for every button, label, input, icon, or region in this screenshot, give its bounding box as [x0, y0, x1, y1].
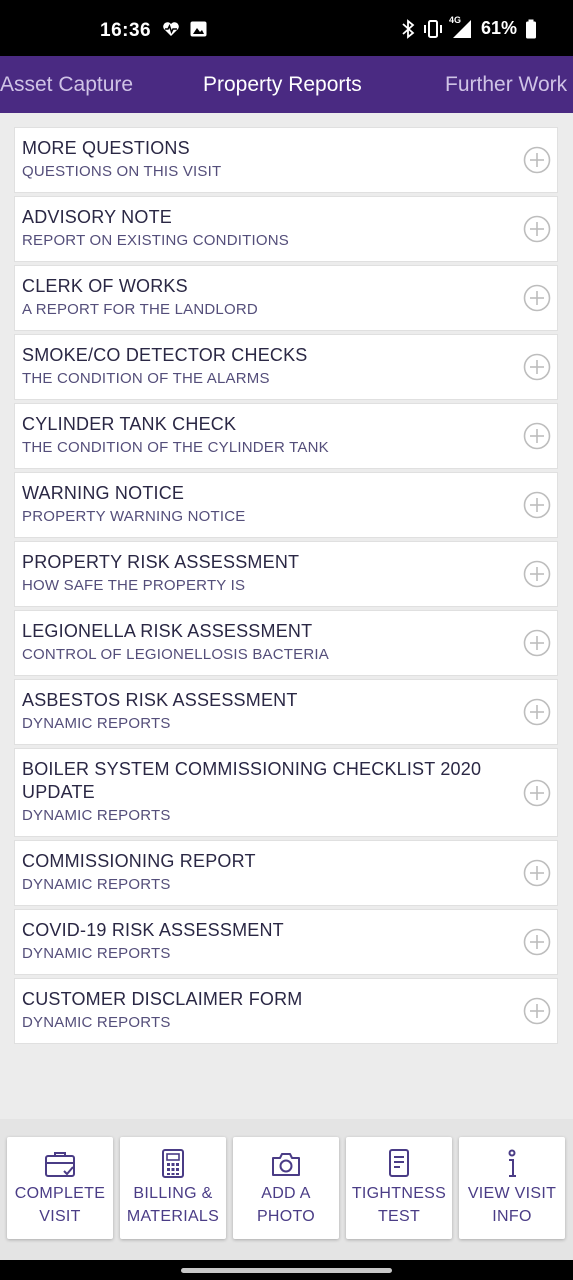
report-title: ASBESTOS RISK ASSESSMENT [22, 690, 298, 710]
add-photo-label: ADD A PHOTO [256, 1185, 316, 1225]
calculator-icon [162, 1149, 184, 1178]
report-subtitle: DYNAMIC REPORTS [22, 715, 171, 732]
briefcase-check-icon [45, 1152, 75, 1177]
report-subtitle: HOW SAFE THE PROPERTY IS [22, 577, 246, 594]
gesture-handle[interactable] [181, 1268, 392, 1273]
battery-icon [526, 19, 536, 38]
complete-visit-label: COMPLETE VISIT [14, 1185, 106, 1225]
top-tab-bar: Asset Capture Property Reports Further W… [0, 56, 573, 113]
report-item-covid-19-risk-assessment[interactable]: COVID-19 RISK ASSESSMENT DYNAMIC REPORTS [14, 909, 558, 975]
complete-visit-button[interactable]: COMPLETE VISIT [7, 1137, 113, 1239]
report-item-cylinder-tank-check[interactable]: CYLINDER TANK CHECK THE CONDITION OF THE… [14, 403, 558, 469]
report-title: PROPERTY RISK ASSESSMENT [22, 552, 300, 572]
report-subtitle: A REPORT FOR THE LANDLORD [22, 301, 258, 318]
report-title: CUSTOMER DISCLAIMER FORM [22, 989, 303, 1009]
add-circle-icon[interactable] [523, 928, 551, 956]
add-circle-icon[interactable] [523, 779, 551, 807]
add-circle-icon[interactable] [523, 491, 551, 519]
report-item-clerk-of-works[interactable]: CLERK OF WORKS A REPORT FOR THE LANDLORD [14, 265, 558, 331]
report-list: MORE QUESTIONS QUESTIONS ON THIS VISIT A… [14, 127, 558, 1047]
add-circle-icon[interactable] [523, 859, 551, 887]
report-title: ADVISORY NOTE [22, 207, 172, 227]
report-title: COVID-19 RISK ASSESSMENT [22, 920, 284, 940]
add-circle-icon[interactable] [523, 422, 551, 450]
report-title: LEGIONELLA RISK ASSESSMENT [22, 621, 313, 641]
report-subtitle: THE CONDITION OF THE ALARMS [22, 370, 270, 387]
report-item-warning-notice[interactable]: WARNING NOTICE PROPERTY WARNING NOTICE [14, 472, 558, 538]
report-item-asbestos-risk-assessment[interactable]: ASBESTOS RISK ASSESSMENT DYNAMIC REPORTS [14, 679, 558, 745]
report-subtitle: THE CONDITION OF THE CYLINDER TANK [22, 439, 329, 456]
document-icon [389, 1149, 409, 1177]
view-visit-info-button[interactable]: VIEW VISIT INFO [459, 1137, 565, 1239]
report-title: CYLINDER TANK CHECK [22, 414, 237, 434]
report-title: CLERK OF WORKS [22, 276, 188, 296]
image-icon [190, 21, 207, 37]
add-circle-icon[interactable] [523, 284, 551, 312]
report-subtitle: REPORT ON EXISTING CONDITIONS [22, 232, 289, 249]
add-circle-icon[interactable] [523, 146, 551, 174]
status-time: 16:36 [100, 20, 152, 41]
bluetooth-icon [402, 18, 415, 39]
report-subtitle: DYNAMIC REPORTS [22, 876, 171, 893]
add-circle-icon[interactable] [523, 353, 551, 381]
bottom-action-bar: COMPLETE VISIT BILLING & MATERIALS ADD A PH… [0, 1119, 573, 1260]
report-subtitle: PROPERTY WARNING NOTICE [22, 508, 246, 525]
tab-property-reports[interactable]: Property Reports [203, 73, 362, 97]
signal-icon: 4G [449, 15, 473, 39]
tightness-test-label: TIGHTNESS TEST [351, 1185, 447, 1225]
report-item-customer-disclaimer-form[interactable]: CUSTOMER DISCLAIMER FORM DYNAMIC REPORTS [14, 978, 558, 1044]
status-system-icons: 4G 61% [401, 15, 537, 39]
tightness-test-button[interactable]: TIGHTNESS TEST [346, 1137, 452, 1239]
system-navigation-bar [0, 1260, 573, 1280]
battery-percent: 61% [480, 18, 517, 38]
billing-materials-label: BILLING & MATERIALS [126, 1185, 220, 1225]
report-title: COMMISSIONING REPORT [22, 851, 256, 871]
network-type: 4G [448, 14, 461, 25]
report-item-boiler-commissioning-checklist[interactable]: BOILER SYSTEM COMMISSIONING CHECKLIST 20… [14, 748, 558, 837]
report-item-advisory-note[interactable]: ADVISORY NOTE REPORT ON EXISTING CONDITI… [14, 196, 558, 262]
report-item-property-risk-assessment[interactable]: PROPERTY RISK ASSESSMENT HOW SAFE THE PR… [14, 541, 558, 607]
info-icon [508, 1149, 516, 1177]
report-subtitle: DYNAMIC REPORTS [22, 807, 171, 824]
report-subtitle: QUESTIONS ON THIS VISIT [22, 163, 222, 180]
add-circle-icon[interactable] [523, 215, 551, 243]
report-item-legionella-risk-assessment[interactable]: LEGIONELLA RISK ASSESSMENT CONTROL OF LE… [14, 610, 558, 676]
add-circle-icon[interactable] [523, 997, 551, 1025]
report-item-commissioning-report[interactable]: COMMISSIONING REPORT DYNAMIC REPORTS [14, 840, 558, 906]
report-item-smoke-co-detector-checks[interactable]: SMOKE/CO DETECTOR CHECKS THE CONDITION O… [14, 334, 558, 400]
report-subtitle: DYNAMIC REPORTS [22, 945, 171, 962]
add-circle-icon[interactable] [523, 698, 551, 726]
report-item-more-questions[interactable]: MORE QUESTIONS QUESTIONS ON THIS VISIT [14, 127, 558, 193]
camera-icon [272, 1153, 300, 1176]
billing-materials-button[interactable]: BILLING & MATERIALS [120, 1137, 226, 1239]
tab-asset-capture[interactable]: Asset Capture [0, 73, 133, 97]
report-title: MORE QUESTIONS [22, 138, 190, 158]
tab-further-work[interactable]: Further Work [445, 73, 567, 97]
report-title: SMOKE/CO DETECTOR CHECKS [22, 345, 308, 365]
add-circle-icon[interactable] [523, 629, 551, 657]
report-subtitle: DYNAMIC REPORTS [22, 1014, 171, 1031]
add-photo-button[interactable]: ADD A PHOTO [233, 1137, 339, 1239]
status-notification-icons [162, 21, 207, 37]
report-title: BOILER SYSTEM COMMISSIONING CHECKLIST 20… [22, 759, 482, 802]
add-circle-icon[interactable] [523, 560, 551, 588]
view-visit-info-label: VIEW VISIT INFO [467, 1185, 557, 1225]
report-title: WARNING NOTICE [22, 483, 185, 503]
vibrate-icon [423, 19, 442, 38]
status-bar: 16:36 4G 61% [0, 0, 573, 56]
report-subtitle: CONTROL OF LEGIONELLOSIS BACTERIA [22, 646, 329, 663]
heart-pulse-icon [163, 22, 179, 36]
